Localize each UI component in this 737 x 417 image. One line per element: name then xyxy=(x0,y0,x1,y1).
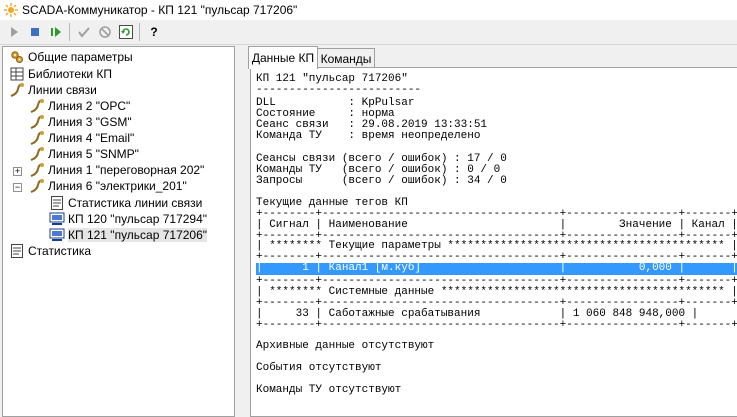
tree-label: Библиотеки КП xyxy=(28,67,112,81)
tab-commands[interactable]: Команды xyxy=(317,48,375,68)
help-icon: ? xyxy=(150,25,158,39)
toolbar-separator xyxy=(69,23,70,41)
tree-label: Статистика линии связи xyxy=(68,196,203,210)
restart-button[interactable] xyxy=(46,22,66,42)
line-icon xyxy=(29,114,45,130)
apply-icon xyxy=(78,27,90,38)
report-line: Команда ТУ : время неопределено xyxy=(256,130,481,142)
table-border: +--------+------------------------------… xyxy=(256,319,737,331)
report-line: ------------------------- xyxy=(256,84,422,96)
line-icon xyxy=(29,178,45,194)
start-button[interactable] xyxy=(4,22,24,42)
refresh-icon xyxy=(119,25,133,39)
tree-item-line5[interactable]: Линия 5 "SNMP" xyxy=(29,146,139,162)
settings-icon xyxy=(9,49,25,65)
refresh-button[interactable] xyxy=(116,22,136,42)
tree-label: Статистика xyxy=(28,244,92,258)
tree-label: Линия 1 "переговорная 202" xyxy=(48,163,205,177)
tree-item-line-stats[interactable]: Статистика линии связи xyxy=(49,195,202,211)
tree-item-comm-lines[interactable]: Линии связи xyxy=(9,82,97,98)
line-icon xyxy=(29,162,45,178)
line-icon xyxy=(9,82,25,98)
toolbar-separator xyxy=(139,23,140,41)
line-icon xyxy=(29,98,45,114)
expand-toggle[interactable]: + xyxy=(13,167,22,176)
restart-icon xyxy=(51,27,61,37)
tree-label: Линия 3 "GSM" xyxy=(48,115,132,129)
tree-item-statistics[interactable]: Статистика xyxy=(9,243,91,259)
tree-label: Линия 5 "SNMP" xyxy=(48,147,139,161)
tab-label: Команды xyxy=(320,51,372,66)
tree-item-common-params[interactable]: Общие параметры xyxy=(9,49,133,65)
device-icon xyxy=(49,211,65,227)
window-title: SCADA-Коммуникатор - КП 121 "пульсар 717… xyxy=(22,3,298,17)
stop-icon xyxy=(31,28,39,36)
library-icon xyxy=(9,66,25,82)
cancel-button[interactable] xyxy=(95,22,115,42)
tree-item-line3[interactable]: Линия 3 "GSM" xyxy=(29,114,132,130)
report-line: События отсутствуют xyxy=(256,362,382,374)
tree-item-line1[interactable]: Линия 1 "переговорная 202" xyxy=(29,162,204,178)
report-line: Запросы (всего / ошибок) : 34 / 0 xyxy=(256,175,507,187)
title-bar: SCADA-Коммуникатор - КП 121 "пульсар 717… xyxy=(0,0,737,20)
tab-label: Данные КП xyxy=(251,51,315,65)
tree-label: КП 120 "пульсар 717294" xyxy=(68,212,208,226)
cancel-icon xyxy=(99,26,111,38)
tree-label: Линия 4 "Email" xyxy=(48,131,135,145)
tree-label: Линия 2 "OPC" xyxy=(48,99,131,113)
apply-button[interactable] xyxy=(74,22,94,42)
toolbar: ? xyxy=(0,20,737,45)
document-icon xyxy=(9,243,25,259)
collapse-toggle[interactable]: − xyxy=(13,183,22,192)
splitter[interactable] xyxy=(236,46,246,417)
tree-label: КП 121 "пульсар 717206" xyxy=(68,228,208,242)
report-line: Команды ТУ отсутствуют xyxy=(256,384,402,396)
stop-button[interactable] xyxy=(25,22,45,42)
tree-label: Линия 6 "электрики_201" xyxy=(48,179,187,193)
navigation-tree: Общие параметры Библиотеки КП Линии связ… xyxy=(2,46,235,417)
tree-item-kp120[interactable]: КП 120 "пульсар 717294" xyxy=(49,211,207,227)
document-icon xyxy=(49,195,65,211)
tree-label: Общие параметры xyxy=(28,50,133,64)
tab-data[interactable]: Данные КП xyxy=(248,46,318,69)
tree-item-line6[interactable]: Линия 6 "электрики_201" xyxy=(29,178,187,194)
app-icon xyxy=(4,3,18,17)
start-icon xyxy=(11,27,18,37)
tree-item-kp121[interactable]: КП 121 "пульсар 717206" xyxy=(49,227,208,243)
help-button[interactable]: ? xyxy=(144,22,164,42)
report-line: Архивные данные отсутствуют xyxy=(256,340,435,352)
tree-item-libraries[interactable]: Библиотеки КП xyxy=(9,66,112,82)
device-icon xyxy=(49,227,65,243)
line-icon xyxy=(29,130,45,146)
tree-item-line4[interactable]: Линия 4 "Email" xyxy=(29,130,134,146)
line-icon xyxy=(29,146,45,162)
tree-label: Линии связи xyxy=(28,83,97,97)
tree-item-line2[interactable]: Линия 2 "OPC" xyxy=(29,98,130,114)
table-row: | 1 | Канал1 [м.куб] | 0,000 | | xyxy=(256,262,737,274)
table-row-selected[interactable]: | 1 | Канал1 [м.куб] | 0,000 | | xyxy=(256,263,737,275)
